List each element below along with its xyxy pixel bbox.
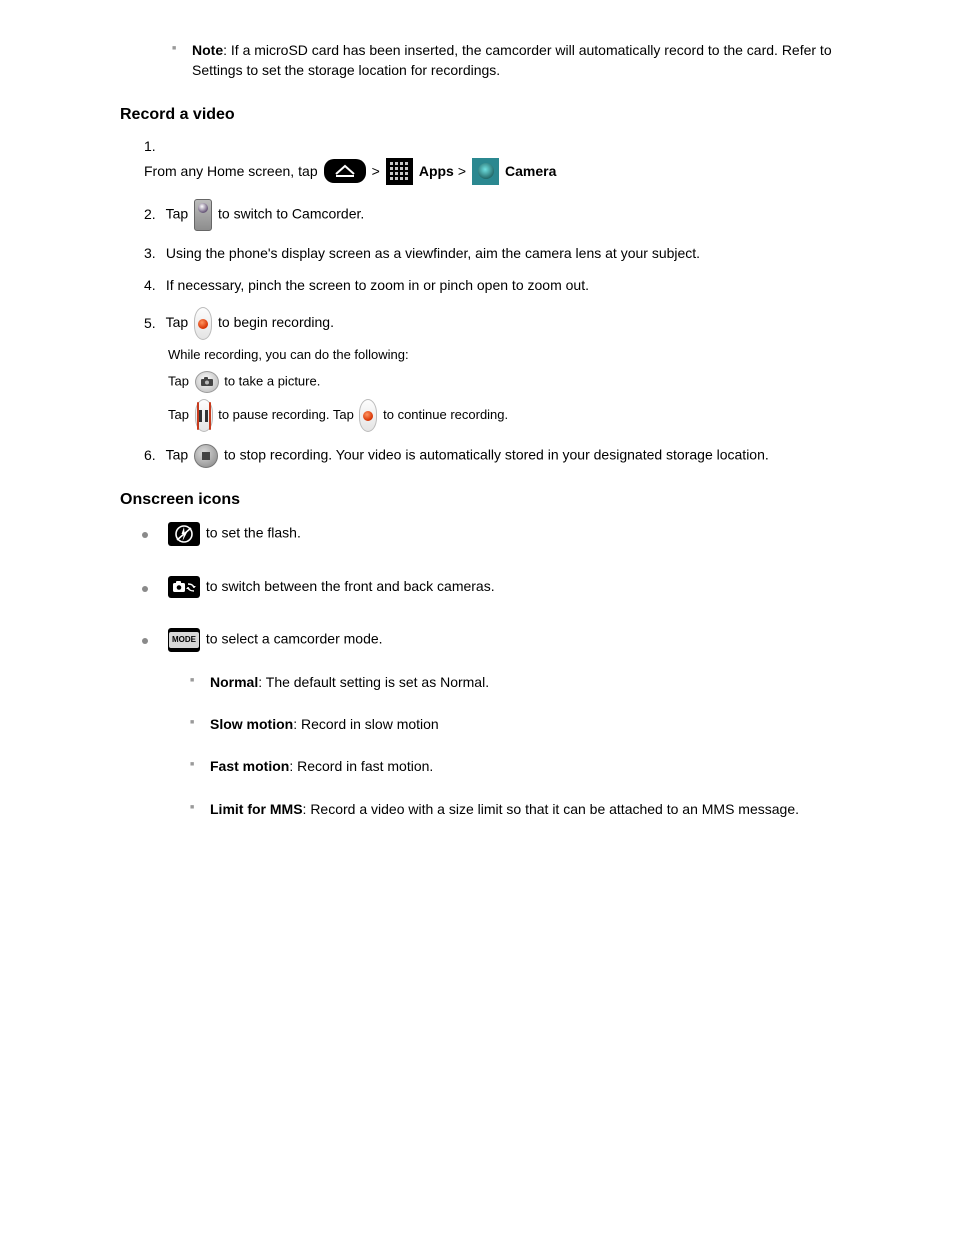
- step5-sub: While recording, you can do the followin…: [168, 346, 854, 365]
- s6b-mid: to pause recording. Tap: [218, 407, 354, 422]
- step1-seg1: tap: [298, 156, 317, 187]
- note-prefix: Note: [192, 42, 223, 58]
- stop-icon: [194, 444, 218, 468]
- mode-slow: Slow motion: Record in slow motion: [192, 714, 854, 734]
- mode-item: MODE to select a camcorder mode. Normal:…: [148, 628, 854, 819]
- flash-desc: to set the flash.: [206, 524, 301, 540]
- step2-num: 2.: [144, 204, 162, 224]
- mode-icon: MODE: [168, 628, 200, 652]
- step1-num: 1.: [144, 136, 162, 156]
- mode-fast: Fast motion: Record in fast motion.: [192, 756, 854, 776]
- step7-after: to stop recording. Your video is automat…: [224, 447, 769, 463]
- mode-fast-name: Fast motion: [210, 758, 289, 774]
- s6a-after: to take a picture.: [224, 374, 320, 389]
- mode-slow-desc: : Record in slow motion: [293, 716, 439, 732]
- note-text: : If a microSD card has been inserted, t…: [192, 42, 832, 78]
- heading-onscreen-icons: Onscreen icons: [120, 488, 854, 511]
- mode-fast-desc: : Record in fast motion.: [289, 758, 433, 774]
- heading-record-video: Record a video: [120, 103, 854, 126]
- mode-limit: Limit for MMS: Record a video with a siz…: [192, 799, 854, 819]
- step3-num: 3.: [144, 243, 162, 263]
- mode-label: MODE: [169, 632, 199, 648]
- home-icon: [324, 159, 366, 183]
- s6b-before: Tap: [168, 407, 189, 422]
- mode-normal-name: Normal: [210, 674, 258, 690]
- switch-camera-item: to switch between the front and back cam…: [148, 576, 854, 598]
- step1-seg4: >: [458, 156, 466, 187]
- camcorder-switch-icon: [194, 199, 212, 231]
- mode-limit-desc: : Record a video with a size limit so th…: [303, 801, 799, 817]
- switch-desc: to switch between the front and back cam…: [206, 578, 495, 594]
- switch-camera-icon: [168, 576, 200, 598]
- s6b-after: to continue recording.: [383, 407, 508, 422]
- step5-num: 5.: [144, 313, 162, 333]
- storage-note: Note: If a microSD card has been inserte…: [174, 40, 854, 81]
- step7-num: 6.: [144, 445, 162, 465]
- step5-after: to begin recording.: [218, 315, 334, 331]
- mode-normal-desc: : The default setting is set as Normal.: [258, 674, 489, 690]
- step2-before: Tap: [166, 206, 189, 222]
- step1-seg0: From any Home screen,: [144, 156, 294, 187]
- camera-app-icon: [472, 158, 499, 185]
- take-photo-icon: [195, 371, 219, 393]
- mode-limit-name: Limit for MMS: [210, 801, 303, 817]
- step1-seg5: Camera: [505, 156, 556, 187]
- s6a-before: Tap: [168, 374, 189, 389]
- step1-seg3: Apps: [419, 156, 454, 187]
- step4-num: 4.: [144, 275, 162, 295]
- step3-text: Using the phone's display screen as a vi…: [166, 245, 700, 261]
- step5-before: Tap: [166, 315, 189, 331]
- step4-text: If necessary, pinch the screen to zoom i…: [166, 277, 589, 293]
- flash-item: to set the flash.: [148, 522, 854, 546]
- pause-icon: [195, 399, 213, 432]
- step2-after: to switch to Camcorder.: [218, 206, 364, 222]
- mode-desc: to select a camcorder mode.: [206, 631, 383, 647]
- resume-record-icon: [359, 399, 377, 432]
- step7-before: Tap: [166, 447, 189, 463]
- mode-slow-name: Slow motion: [210, 716, 293, 732]
- mode-normal: Normal: The default setting is set as No…: [192, 672, 854, 692]
- flash-off-icon: [168, 522, 200, 546]
- step1-seg2: >: [372, 156, 380, 187]
- apps-icon: [386, 158, 413, 185]
- record-icon: [194, 307, 212, 340]
